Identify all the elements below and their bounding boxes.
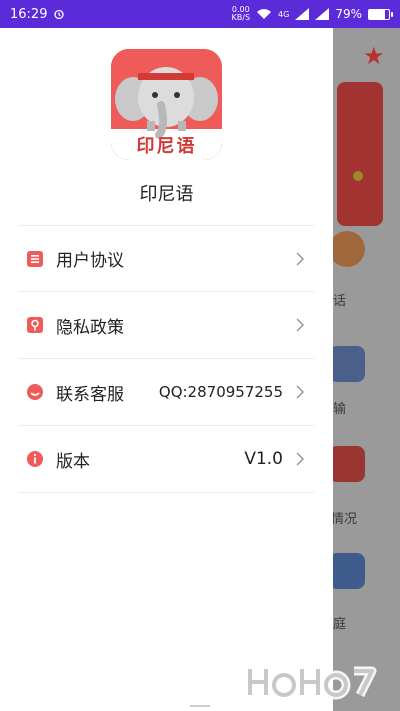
background-card [337,82,383,226]
truck-icon [333,346,365,382]
net-speed: 0.00 KB/S [231,5,251,22]
chat-icon [26,383,44,401]
app-logo: 印尼语 [111,49,222,160]
drawer-menu: 用户协议 隐私政策 联系客服 QQ:2870957255 版本 V1.0 [18,225,315,493]
background-app[interactable]: ★ 话 输 情况 庭 [333,28,400,711]
chevron-right-icon [296,318,305,332]
navigation-drawer: 印尼语 印尼语 用户协议 隐私政策 联系客服 QQ:2870957255 版本 … [0,28,333,711]
bg-label-2: 输 [333,402,347,417]
status-time: 16:29 [10,6,48,22]
document-icon [26,250,44,268]
watermark-logo [245,666,377,700]
battery-percent: 79% [335,7,362,21]
chat-tile-icon [333,231,365,267]
wifi-icon [257,9,272,19]
menu-item-version[interactable]: 版本 V1.0 [18,426,315,493]
bg-label-3: 情况 [333,512,358,527]
app-name: 印尼语 [139,184,194,205]
home-indicator [190,705,210,707]
version-value: V1.0 [244,449,283,469]
battery-icon [368,8,393,20]
star-icon: ★ [363,42,385,70]
ambulance-icon [333,446,365,482]
menu-item-privacy-policy[interactable]: 隐私政策 [18,292,315,359]
signal-label: 4G [278,9,290,19]
alarm-icon [54,9,65,20]
lock-icon [26,316,44,334]
signal-icon [295,8,310,20]
chevron-right-icon [296,385,305,399]
menu-item-user-agreement[interactable]: 用户协议 [18,225,315,292]
menu-item-label: 隐私政策 [56,317,124,338]
background-dot [353,171,363,181]
bg-label-1: 话 [333,294,347,309]
menu-item-label: 版本 [56,451,90,472]
bg-label-4: 庭 [333,617,347,632]
chevron-right-icon [296,251,305,266]
info-icon [26,450,44,468]
logo-text: 印尼语 [136,136,197,157]
status-bar: 16:29 0.00 KB/S 4G 79% [0,0,400,28]
house-icon [333,553,365,589]
menu-item-contact-support[interactable]: 联系客服 QQ:2870957255 [18,359,315,426]
signal-icon-2 [315,8,330,20]
menu-item-label: 联系客服 [56,384,124,405]
chevron-right-icon [296,452,305,466]
menu-item-label: 用户协议 [56,251,124,271]
qq-number: QQ:2870957255 [158,383,283,401]
